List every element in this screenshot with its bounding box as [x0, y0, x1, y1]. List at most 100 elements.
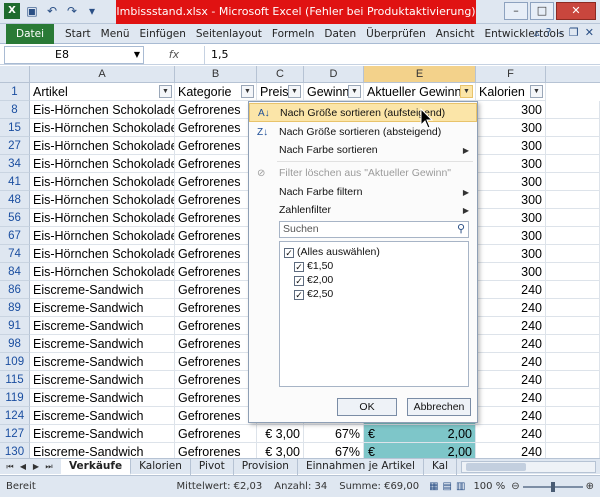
scrollbar-thumb[interactable]: [466, 462, 526, 471]
filter-option[interactable]: ✓ €2,00: [294, 273, 333, 287]
cell-empty[interactable]: [546, 317, 600, 335]
help-icon[interactable]: ?: [546, 26, 552, 39]
filter-by-color-item[interactable]: Nach Farbe filtern ▶: [249, 183, 477, 202]
row-header[interactable]: 1: [0, 83, 30, 101]
cell-empty[interactable]: [546, 281, 600, 299]
cell-kalorien[interactable]: 240: [476, 425, 546, 443]
minimize-button[interactable]: –: [504, 2, 528, 20]
number-filter-item[interactable]: Zahlenfilter ▶: [249, 201, 477, 220]
sort-ascending-item[interactable]: A↓ Nach Größe sortieren (aufsteigend): [249, 103, 477, 122]
cell-empty[interactable]: [546, 335, 600, 353]
first-sheet-icon[interactable]: ⏮: [4, 462, 16, 472]
redo-icon[interactable]: ↷: [64, 3, 80, 19]
tab-formeln[interactable]: Formeln: [267, 28, 319, 40]
cell-kategorie[interactable]: Gefrorenes: [175, 245, 257, 263]
column-header-a[interactable]: A: [30, 66, 175, 83]
row-header[interactable]: 74: [0, 245, 30, 263]
filter-dropdown-icon[interactable]: ▼: [460, 85, 473, 98]
filter-dropdown-icon[interactable]: ▼: [288, 85, 301, 98]
cell-empty[interactable]: [546, 227, 600, 245]
row-header[interactable]: 91: [0, 317, 30, 335]
checkbox-checked-icon[interactable]: ✓: [294, 262, 304, 272]
cell-kalorien[interactable]: 240: [476, 281, 546, 299]
column-header-f[interactable]: F: [476, 66, 546, 83]
column-header-b[interactable]: B: [175, 66, 257, 83]
tab-start[interactable]: Start: [60, 28, 96, 40]
sheet-tab-kal[interactable]: Kal: [424, 458, 457, 475]
tab-ansicht[interactable]: Ansicht: [431, 28, 480, 40]
cell-artikel[interactable]: Eis-Hörnchen Schokolade: [30, 119, 175, 137]
cell-kategorie[interactable]: Gefrorenes: [175, 371, 257, 389]
filter-dropdown-icon[interactable]: ▼: [159, 85, 172, 98]
cell-kategorie[interactable]: Gefrorenes: [175, 137, 257, 155]
cell-kalorien[interactable]: 240: [476, 389, 546, 407]
cell-kalorien[interactable]: 240: [476, 317, 546, 335]
ok-button[interactable]: OK: [337, 398, 397, 416]
cell-kalorien[interactable]: 300: [476, 245, 546, 263]
row-header[interactable]: 27: [0, 137, 30, 155]
cancel-button[interactable]: Abbrechen: [407, 398, 471, 416]
workbook-close-icon[interactable]: ✕: [585, 26, 594, 39]
sort-descending-item[interactable]: Z↓ Nach Größe sortieren (absteigend): [249, 123, 477, 142]
cell-empty[interactable]: [546, 299, 600, 317]
cell-artikel[interactable]: Eis-Hörnchen Schokolade: [30, 263, 175, 281]
select-all-corner[interactable]: [0, 66, 30, 83]
cell-artikel[interactable]: Eiscreme-Sandwich: [30, 425, 175, 443]
zoom-out-icon[interactable]: ⊖: [511, 481, 519, 492]
cell-empty[interactable]: [546, 101, 600, 119]
sheet-tab-pivot[interactable]: Pivot: [191, 458, 234, 475]
cell-empty[interactable]: [546, 371, 600, 389]
cell-artikel[interactable]: Eiscreme-Sandwich: [30, 281, 175, 299]
cell-artikel[interactable]: Eis-Hörnchen Schokolade: [30, 191, 175, 209]
cell-preis[interactable]: € 3,00: [257, 425, 304, 443]
filter-dropdown-icon[interactable]: ▼: [530, 85, 543, 98]
cell-artikel[interactable]: Eis-Hörnchen Schokolade: [30, 209, 175, 227]
sort-by-color-item[interactable]: Nach Farbe sortieren ▶: [249, 141, 477, 160]
workbook-minimize-icon[interactable]: –: [557, 26, 563, 39]
zoom-in-icon[interactable]: ⊕: [586, 481, 594, 492]
workbook-restore-icon[interactable]: ❐: [569, 26, 579, 39]
cell-artikel[interactable]: Eis-Hörnchen Schokolade: [30, 227, 175, 245]
cell-artikel[interactable]: Eiscreme-Sandwich: [30, 389, 175, 407]
tab-menu[interactable]: Menü: [96, 28, 135, 40]
insert-function-icon[interactable]: fx: [144, 48, 204, 61]
cell-kalorien[interactable]: 240: [476, 371, 546, 389]
sheet-tab-verkaeufe[interactable]: Verkäufe: [61, 458, 132, 475]
ribbon-collapse-icon[interactable]: ▵: [534, 26, 540, 39]
tab-seitenlayout[interactable]: Seitenlayout: [191, 28, 267, 40]
cell-empty[interactable]: [546, 353, 600, 371]
row-header[interactable]: 115: [0, 371, 30, 389]
save-icon[interactable]: ▣: [24, 3, 40, 19]
column-header-c[interactable]: C: [257, 66, 304, 83]
zoom-slider-thumb[interactable]: [550, 481, 555, 492]
zoom-slider[interactable]: [522, 481, 583, 492]
row-header[interactable]: 84: [0, 263, 30, 281]
cell-artikel[interactable]: Eis-Hörnchen Schokolade: [30, 137, 175, 155]
cell-kategorie[interactable]: Gefrorenes: [175, 101, 257, 119]
last-sheet-icon[interactable]: ⏭: [43, 462, 55, 472]
zoom-level[interactable]: 100 %: [473, 481, 505, 492]
cell-artikel[interactable]: Eis-Hörnchen Schokolade: [30, 101, 175, 119]
cell-kategorie[interactable]: Gefrorenes: [175, 299, 257, 317]
normal-view-icon[interactable]: ▦: [429, 481, 438, 492]
row-header[interactable]: 109: [0, 353, 30, 371]
row-header[interactable]: 119: [0, 389, 30, 407]
cell-kategorie[interactable]: Gefrorenes: [175, 317, 257, 335]
cell-kategorie[interactable]: Gefrorenes: [175, 335, 257, 353]
cell-kalorien[interactable]: 300: [476, 101, 546, 119]
cell-aktueller-gewinn[interactable]: €2,00: [364, 425, 476, 443]
sheet-tab-einnahmen[interactable]: Einnahmen je Artikel: [298, 458, 424, 475]
cell-kategorie[interactable]: Gefrorenes: [175, 155, 257, 173]
prev-sheet-icon[interactable]: ◀: [17, 462, 29, 472]
row-header[interactable]: 56: [0, 209, 30, 227]
horizontal-scrollbar[interactable]: [461, 460, 596, 473]
name-box[interactable]: E8 ▼: [4, 45, 144, 64]
cell-kalorien[interactable]: 300: [476, 263, 546, 281]
page-break-view-icon[interactable]: ▥: [456, 481, 465, 492]
cell-kalorien[interactable]: 300: [476, 191, 546, 209]
chevron-down-icon[interactable]: ▼: [134, 47, 140, 63]
cell-kategorie[interactable]: Gefrorenes: [175, 173, 257, 191]
sheet-tab-provision[interactable]: Provision: [234, 458, 298, 475]
excel-icon[interactable]: X: [4, 3, 20, 19]
column-header-e[interactable]: E: [364, 66, 476, 83]
